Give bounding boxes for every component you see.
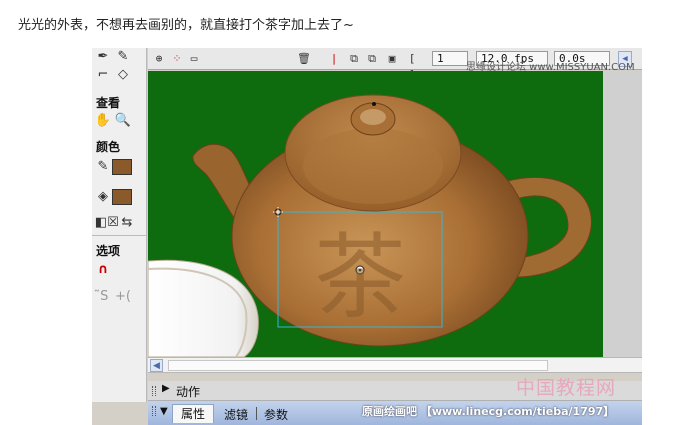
- panel-grip-icon[interactable]: [152, 386, 156, 396]
- smooth-icon[interactable]: ˜S: [92, 288, 110, 306]
- collapse-arrow-icon[interactable]: ▼: [160, 406, 168, 417]
- tea-character: 茶: [314, 224, 406, 331]
- motion-guide-icon[interactable]: ⁘: [168, 51, 186, 67]
- stage-canvas[interactable]: 茶: [148, 71, 603, 357]
- tab-filters[interactable]: 滤镜: [224, 406, 248, 423]
- add-folder-icon[interactable]: ▭: [186, 51, 202, 67]
- eraser-icon[interactable]: ◇: [114, 66, 132, 84]
- stage-gray-area: [603, 71, 642, 357]
- teapot-artwork: 茶: [148, 94, 592, 357]
- pencil-icon[interactable]: ✎: [114, 48, 132, 66]
- stroke-color-swatch[interactable]: [112, 159, 132, 175]
- stroke-pencil-icon: ✎: [97, 159, 109, 174]
- trash-icon[interactable]: 🗑: [296, 51, 312, 67]
- hand-icon[interactable]: ✋: [94, 112, 112, 130]
- watermark-url: 原画绘画吧 【www.linecg.com/tieba/1797】: [362, 405, 615, 418]
- horizontal-scrollbar[interactable]: ◀: [148, 357, 642, 373]
- actions-label: 动作: [176, 385, 201, 399]
- tab-parameters[interactable]: 参数: [264, 406, 288, 423]
- fill-color-swatch[interactable]: [112, 189, 132, 205]
- zoom-icon[interactable]: 🔍: [114, 112, 132, 130]
- swap-colors-icon[interactable]: ⇆: [118, 214, 136, 232]
- frame-number-field[interactable]: 1: [432, 51, 468, 66]
- pen-tool-icon[interactable]: ✒: [94, 48, 112, 66]
- straighten-icon[interactable]: +(: [114, 288, 132, 306]
- watermark-top: 思缘设计论坛 www.MISSYUAN.COM: [466, 62, 635, 73]
- onion-markers-icon[interactable]: [ ]: [404, 51, 420, 81]
- dropper-icon[interactable]: ⌐: [94, 66, 112, 84]
- add-layer-icon[interactable]: ⊕: [150, 51, 168, 67]
- color-section-label: 颜色: [96, 140, 121, 154]
- panel-grip-icon[interactable]: [152, 406, 156, 416]
- scroll-left-arrow-icon[interactable]: ◀: [150, 359, 163, 372]
- playhead-center-icon[interactable]: |: [328, 51, 340, 67]
- expand-arrow-icon[interactable]: ▶: [162, 383, 170, 394]
- onion-outline-icon[interactable]: ⧉: [364, 51, 380, 67]
- view-section-label: 查看: [96, 96, 121, 110]
- edit-multiple-icon[interactable]: ▣: [384, 51, 400, 67]
- watermark-site-name: 中国教程网: [516, 377, 617, 399]
- magnet-icon[interactable]: ∩: [94, 261, 112, 279]
- scroll-thumb[interactable]: [168, 360, 548, 371]
- post-caption: 光光的外表，不想再去画别的，就直接打个茶字加上去了~: [18, 18, 354, 33]
- bucket-icon: ◈: [98, 189, 108, 204]
- flash-screenshot: ✒ ✎ ⌐ ◇ 查看 ✋ 🔍 颜色 ✎ ◈ ◧ ☒ ⇆ 选项 ∩ ˜S +( ⊕…: [92, 48, 642, 425]
- onion-skin-icon[interactable]: ⧉: [346, 51, 362, 67]
- tools-panel: ✒ ✎ ⌐ ◇ 查看 ✋ 🔍 颜色 ✎ ◈ ◧ ☒ ⇆ 选项 ∩ ˜S +(: [92, 48, 147, 402]
- tab-properties[interactable]: 属性: [172, 404, 215, 423]
- options-section-label: 选项: [96, 244, 121, 258]
